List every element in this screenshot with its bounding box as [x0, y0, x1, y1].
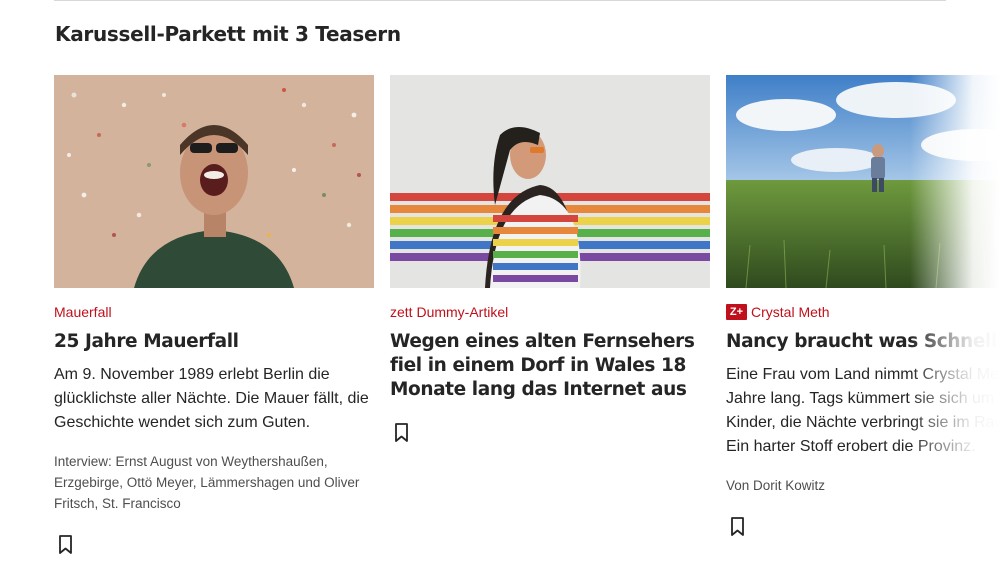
teaser-card[interactable]: Mauerfall 25 Jahre Mauerfall Am 9. Novem… — [54, 75, 374, 556]
teaser-image-confetti[interactable] — [54, 75, 374, 288]
top-divider — [54, 0, 946, 1]
teaser-image-rainbow[interactable] — [390, 75, 710, 288]
kicker-label[interactable]: Mauerfall — [54, 304, 112, 320]
teaser-kicker[interactable]: Mauerfall — [54, 304, 374, 320]
teaser-summary: Eine Frau vom Land nimmt Crystal Meth, J… — [726, 366, 1000, 455]
teaser-card[interactable]: zett Dummy-Artikel Wegen eines alten Fer… — [390, 75, 710, 444]
teaser-carousel[interactable]: Mauerfall 25 Jahre Mauerfall Am 9. Novem… — [54, 75, 1000, 588]
teaser-kicker[interactable]: zett Dummy-Artikel — [390, 304, 710, 320]
bookmark-icon[interactable] — [728, 516, 748, 538]
teaser-headline[interactable]: Nancy braucht was Schnelles — [726, 330, 1000, 354]
teaser-image-field[interactable] — [726, 75, 1000, 288]
teaser-summary: Am 9. November 1989 erlebt Berlin die gl… — [54, 366, 369, 431]
zplus-badge-icon: Z+ — [726, 304, 747, 320]
teaser-headline[interactable]: Wegen eines alten Fernsehers fiel in ein… — [390, 330, 710, 402]
section-title: Karussell-Parkett mit 3 Teasern — [55, 22, 401, 46]
bookmark-icon[interactable] — [392, 422, 412, 444]
teaser-kicker[interactable]: Z+ Crystal Meth — [726, 304, 1000, 320]
teaser-headline[interactable]: 25 Jahre Mauerfall — [54, 330, 374, 354]
bookmark-icon[interactable] — [56, 534, 76, 556]
kicker-label[interactable]: zett Dummy-Artikel — [390, 304, 508, 320]
teaser-byline: Interview: Ernst August von Weythershauß… — [54, 454, 360, 511]
teaser-byline: Von Dorit Kowitz — [726, 478, 826, 493]
kicker-label[interactable]: Crystal Meth — [751, 304, 830, 320]
teaser-card[interactable]: Z+ Crystal Meth Nancy braucht was Schnel… — [726, 75, 1000, 538]
